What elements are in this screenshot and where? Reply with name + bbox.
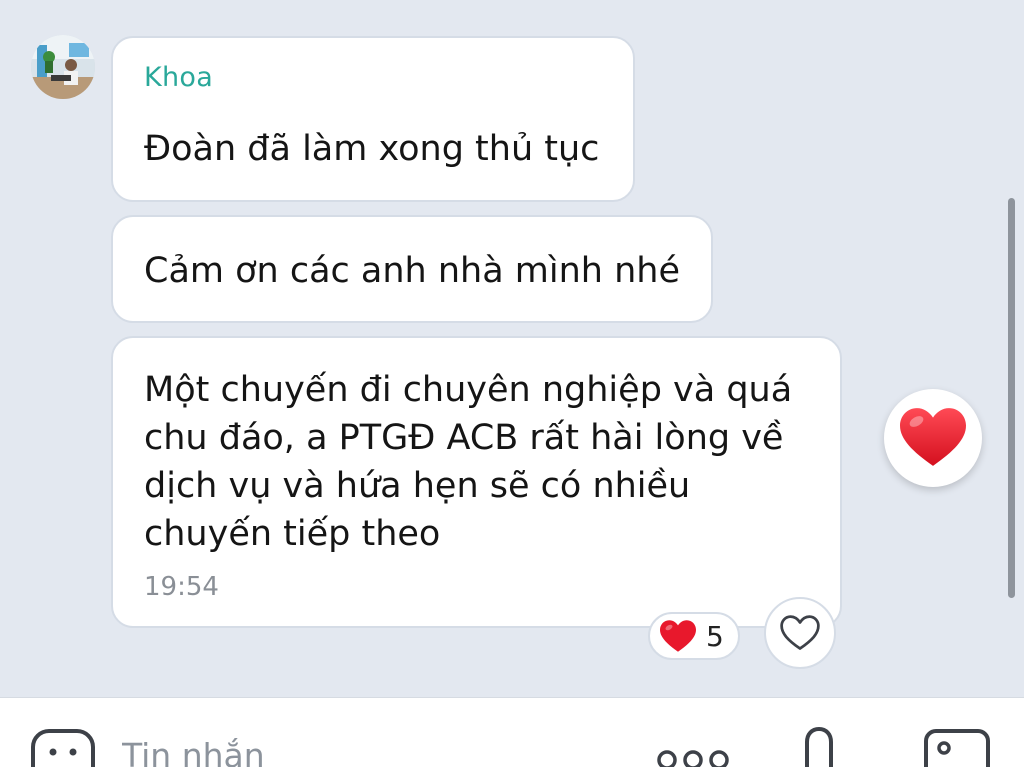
- scrollbar[interactable]: [1008, 198, 1015, 598]
- more-icon[interactable]: [655, 748, 731, 767]
- message-timestamp: 19:54: [144, 572, 219, 602]
- message-input[interactable]: [122, 736, 542, 767]
- attachment-icon[interactable]: [802, 726, 836, 767]
- image-icon[interactable]: [922, 728, 992, 767]
- message-bubble[interactable]: Cảm ơn các anh nhà mình nhé: [111, 215, 713, 323]
- chat-screen: Khoa Đoàn đã làm xong thủ tục Cảm ơn các…: [0, 0, 1024, 767]
- message-text: Một chuyến đi chuyên nghiệp và quá chu đ…: [144, 370, 793, 554]
- heart-outline-icon: [780, 615, 820, 650]
- message-text: Cảm ơn các anh nhà mình nhé: [144, 251, 680, 291]
- reaction-count-chip[interactable]: 5: [648, 612, 740, 660]
- message-composer: [0, 697, 1024, 767]
- sender-name[interactable]: Khoa: [144, 62, 213, 93]
- message-text: Đoàn đã làm xong thủ tục: [144, 129, 600, 169]
- sticker-icon[interactable]: [30, 728, 96, 767]
- heart-icon: [660, 619, 696, 652]
- quick-reaction-button[interactable]: [884, 389, 982, 487]
- message-bubble[interactable]: Một chuyến đi chuyên nghiệp và quá chu đ…: [111, 336, 842, 628]
- heart-icon: [900, 408, 966, 466]
- message-bubble[interactable]: Khoa Đoàn đã làm xong thủ tục: [111, 36, 635, 202]
- reaction-count: 5: [706, 619, 724, 653]
- avatar[interactable]: [31, 35, 95, 99]
- react-button[interactable]: [764, 597, 836, 669]
